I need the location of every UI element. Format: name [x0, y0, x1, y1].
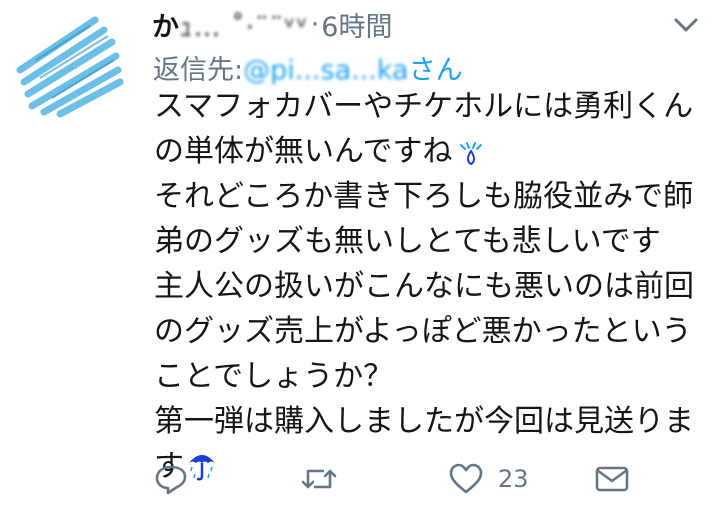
tweet-text-line: 主人公の扱いがこんなにも悪いのは前回 [154, 269, 694, 304]
tweet-text: スマフォカバーやチケホルには勇利くん の単体が無いんですね それどころか書き下ろ… [154, 84, 714, 489]
tweet-actions-bar: 23 [0, 455, 720, 503]
tweet-text-segment: の単体が無いんですね [154, 134, 453, 169]
tweet-text-line: それどころか書き下ろしも脇役並みで師 [154, 179, 694, 214]
tweet-text-line: ことでしょうか？ [154, 359, 394, 394]
reply-button[interactable] [153, 455, 189, 503]
retweet-button[interactable] [300, 455, 338, 503]
avatar[interactable] [0, 0, 140, 150]
tweet-text-line: の単体が無いんですね [154, 129, 714, 174]
reply-to-user-link[interactable]: @pi...sa...kaさん [243, 48, 462, 87]
tweet-text-line: 弟のグッズも無いしとても悲しいです [154, 224, 661, 259]
timestamp[interactable]: 6時間 [321, 5, 392, 44]
heart-icon [449, 463, 483, 494]
display-name[interactable]: か [152, 5, 179, 44]
tweet-menu-button[interactable] [671, 14, 701, 36]
tweet-header: か ｭ… ˚·¨¨ᵛᵛ · 6時間 [152, 4, 392, 44]
reply-suffix: さん [408, 55, 463, 86]
tweet[interactable]: か ｭ… ˚·¨¨ᵛᵛ · 6時間 返信先: @pi...sa...kaさん ス… [0, 0, 720, 513]
username-blurred[interactable]: ｭ… ˚·¨¨ᵛᵛ [179, 5, 309, 44]
reply-icon [155, 465, 187, 495]
tweet-text-line: スマフォカバーやチケホルには勇利くん [154, 89, 694, 124]
tweet-text-line: 第一弾は購入しましたが今回は見送りま [154, 404, 694, 439]
avatar-image [0, 0, 140, 140]
reply-prefix: 返信先: [153, 55, 244, 86]
reply-to-line: 返信先: @pi...sa...kaさん [153, 48, 463, 87]
chevron-down-icon [674, 18, 698, 32]
like-button[interactable]: 23 [448, 455, 529, 503]
separator-dot: · [310, 8, 320, 40]
tweet-text-line: のグッズ売上がよっぽど悪かったという [154, 314, 692, 349]
like-count: 23 [498, 465, 529, 493]
share-button[interactable] [594, 455, 630, 503]
share-envelope-icon [595, 466, 629, 492]
reply-user-blurred: @pi...sa...ka [243, 55, 409, 86]
sweat-drop-emoji-icon [457, 135, 485, 165]
retweet-icon [301, 469, 337, 489]
